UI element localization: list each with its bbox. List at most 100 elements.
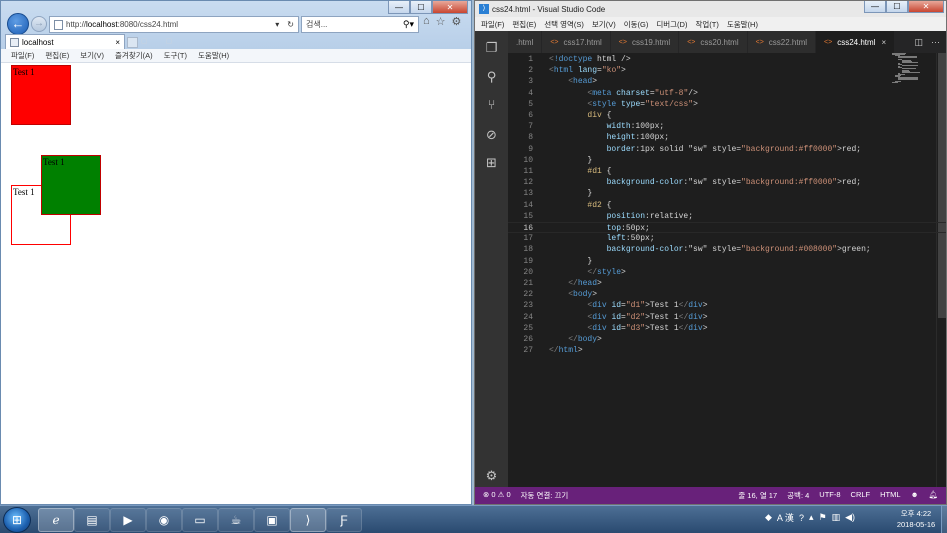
code-line[interactable]: 5 <style type="text/css"> <box>508 99 946 110</box>
tab-close-icon[interactable]: × <box>115 38 120 47</box>
indentation[interactable]: 공백: 4 <box>787 490 809 501</box>
encoding[interactable]: UTF-8 <box>819 490 840 501</box>
code-line[interactable]: 6 div { <box>508 110 946 121</box>
code-line[interactable]: 23 <div id="d1">Test 1</div> <box>508 300 946 311</box>
menu-item[interactable]: 작업(T) <box>695 19 718 30</box>
code-line[interactable]: 12 background-color:"sw" style="backgrou… <box>508 177 946 188</box>
language-mode[interactable]: HTML <box>880 490 900 501</box>
volume-icon[interactable]: ◀) <box>845 512 855 523</box>
editor-tab[interactable]: <> css17.html <box>542 31 611 53</box>
code-line[interactable]: 3 <head> <box>508 76 946 87</box>
auto-connect-status[interactable]: 자동 연결: 끄기 <box>521 490 569 501</box>
code-line[interactable]: 4 <meta charset="utf-8"/> <box>508 88 946 99</box>
browser-tab[interactable]: localhost × <box>5 34 125 49</box>
more-actions-icon[interactable]: ··· <box>931 37 940 47</box>
start-button[interactable]: ⊞ <box>3 507 31 533</box>
code-line[interactable]: 18 background-color:"sw" style="backgrou… <box>508 244 946 255</box>
menu-item[interactable]: 파일(F) <box>11 50 34 61</box>
maximize-button[interactable]: ☐ <box>410 1 432 14</box>
code-line[interactable]: 7 width:100px; <box>508 121 946 132</box>
star-icon[interactable]: ☆ <box>436 15 446 28</box>
editor-tab[interactable]: <> css24.html × <box>816 31 896 53</box>
search-icon[interactable]: ⚲▾ <box>403 19 418 30</box>
code-line[interactable]: 9 border:1px solid "sw" style="backgroun… <box>508 144 946 155</box>
code-line[interactable]: 10 } <box>508 155 946 166</box>
address-bar[interactable]: http://localhost:8080/css24.html ▾ ↻ <box>49 16 299 33</box>
taskbar-explorer-icon[interactable]: ▤ <box>74 508 110 532</box>
code-line[interactable]: 19 } <box>508 256 946 267</box>
dropdown-icon[interactable]: ▾ <box>271 20 283 29</box>
line-ending[interactable]: CRLF <box>851 490 871 501</box>
language-icon[interactable]: ◆ <box>765 512 772 523</box>
maximize-button[interactable]: ☐ <box>886 1 908 13</box>
taskbar-media-icon[interactable]: ▶ <box>110 508 146 532</box>
code-line[interactable]: 25 <div id="d3">Test 1</div> <box>508 323 946 334</box>
menu-item[interactable]: 보기(V) <box>592 19 616 30</box>
code-line[interactable]: 1 <!doctype html /> <box>508 54 946 65</box>
code-line[interactable]: 26 </body> <box>508 334 946 345</box>
taskbar-ie-icon[interactable]: ℯ <box>38 508 74 532</box>
code-line[interactable]: 11 #d1 { <box>508 166 946 177</box>
code-line[interactable]: 20 </style> <box>508 267 946 278</box>
menu-item[interactable]: 디버그(D) <box>656 19 687 30</box>
code-line[interactable]: 14 #d2 { <box>508 200 946 211</box>
code-line[interactable]: 27 </html> <box>508 345 946 356</box>
clock[interactable]: 오후 4:22 2018-05-16 <box>892 508 940 530</box>
code-line[interactable]: 22 <body> <box>508 289 946 300</box>
ime-indicator[interactable]: A 漢 <box>777 511 794 524</box>
tab-close-icon[interactable]: × <box>881 38 886 47</box>
notification-bell-icon[interactable]: 🔔︎ <box>928 490 938 501</box>
menu-item[interactable]: 선택 영역(S) <box>544 19 584 30</box>
help-icon[interactable]: ? <box>799 513 804 523</box>
source-control-icon[interactable]: ⑂ <box>484 97 499 112</box>
search-icon[interactable]: ⚲ <box>484 69 499 84</box>
taskbar-filezilla-icon[interactable]: Ƒ <box>326 508 362 532</box>
menu-item[interactable]: 도움말(H) <box>727 19 758 30</box>
forward-arrow-icon[interactable]: → <box>31 16 47 32</box>
refresh-icon[interactable]: ↻ <box>283 20 298 29</box>
menu-item[interactable]: 도구(T) <box>164 50 187 61</box>
editor-tab[interactable]: <> css22.html <box>747 31 817 53</box>
settings-gear-icon[interactable]: ⚙ <box>484 468 499 483</box>
menu-item[interactable]: 이동(G) <box>624 19 649 30</box>
close-button[interactable]: ✕ <box>432 1 468 14</box>
taskbar-chrome-icon[interactable]: ◉ <box>146 508 182 532</box>
menu-item[interactable]: 즐겨찾기(A) <box>115 50 153 61</box>
home-icon[interactable]: ⌂ <box>423 15 430 28</box>
taskbar-java-icon[interactable]: ☕ <box>218 508 254 532</box>
explorer-icon[interactable]: ❐ <box>484 40 499 55</box>
split-editor-icon[interactable]: ◫ <box>914 37 923 48</box>
minimize-button[interactable]: — <box>388 1 410 14</box>
problems-indicator[interactable]: ⊗ 0 ⚠ 0 <box>483 490 511 501</box>
menu-item[interactable]: 편집(E) <box>512 19 536 30</box>
code-line[interactable]: 2 <html lang="ko"> <box>508 65 946 76</box>
code-line[interactable]: 13 } <box>508 188 946 199</box>
editor-tab[interactable]: <> css19.html <box>610 31 680 53</box>
tray-expand-icon[interactable]: ▴ <box>809 512 814 523</box>
close-button[interactable]: ✕ <box>908 1 944 13</box>
code-line[interactable]: 8 height:100px; <box>508 132 946 143</box>
feedback-smiley-icon[interactable]: ☻ <box>911 490 919 501</box>
network-icon[interactable]: ▥ <box>832 512 841 523</box>
gear-icon[interactable]: ⚙ <box>452 15 462 28</box>
editor-tab[interactable]: <> css20.html <box>679 31 748 53</box>
code-editor[interactable]: 1 <!doctype html /> 2 <html lang="ko"> 3 <he… <box>508 53 946 489</box>
taskbar-vscode-icon[interactable]: ⟩ <box>290 508 326 532</box>
menu-item[interactable]: 파일(F) <box>481 19 504 30</box>
menu-item[interactable]: 도움말(H) <box>198 50 229 61</box>
cursor-position[interactable]: 줄 16, 열 17 <box>738 490 777 501</box>
taskbar-cmd-icon[interactable]: ▭ <box>182 508 218 532</box>
flag-icon[interactable]: ⚑ <box>818 512 826 523</box>
new-tab-button[interactable] <box>127 37 138 48</box>
code-line[interactable]: 17 left:50px; <box>508 233 946 244</box>
code-line[interactable]: 15 position:relative; <box>508 211 946 222</box>
menu-item[interactable]: 보기(V) <box>80 50 104 61</box>
back-arrow-icon[interactable]: ← <box>7 13 29 35</box>
extensions-icon[interactable]: ⊞ <box>484 155 499 170</box>
editor-tab[interactable]: .html <box>508 31 543 53</box>
minimize-button[interactable]: — <box>864 1 886 13</box>
code-line[interactable]: 21 </head> <box>508 278 946 289</box>
code-line[interactable]: 24 <div id="d2">Test 1</div> <box>508 312 946 323</box>
search-box[interactable]: 검색... ⚲▾ <box>301 16 419 33</box>
menu-item[interactable]: 편집(E) <box>45 50 69 61</box>
